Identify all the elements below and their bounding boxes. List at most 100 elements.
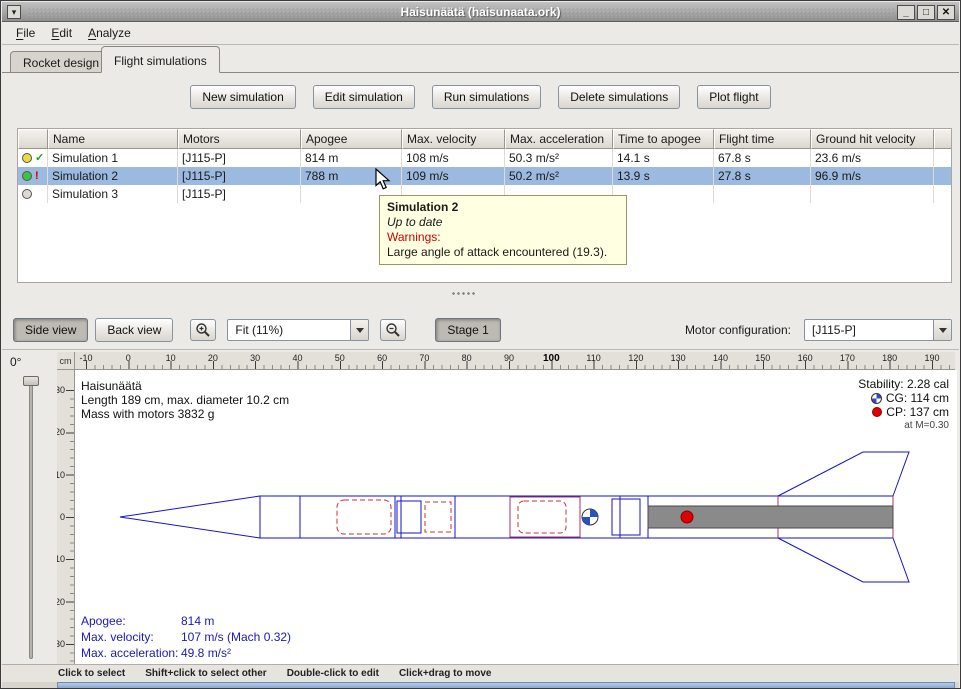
cell-flight-time: 27.8 s (714, 167, 811, 185)
rocket-mass: Mass with motors 3832 g (81, 407, 289, 421)
menu-analyze[interactable]: Analyze (80, 23, 139, 43)
column-header-time-to-apogee[interactable]: Time to apogee (613, 129, 714, 149)
view-toolbar: Side view Back view Fit (11%) Stage 1 Mo… (1, 316, 960, 344)
hint-click-select: Click to select (58, 668, 125, 679)
edit-simulation-button[interactable]: Edit simulation (313, 85, 415, 109)
delete-simulations-button[interactable]: Delete simulations (558, 85, 680, 109)
horizontal-scrollbar-thumb[interactable] (57, 682, 955, 689)
rotation-slider[interactable] (29, 377, 33, 659)
rocket-figure-panel: 0° cm -100102030405060708090100110120130… (2, 349, 959, 664)
table-row-simulation-1[interactable]: ✓ Simulation 1 [J115-P] 814 m 108 m/s 50… (18, 149, 951, 167)
zoom-in-button[interactable] (190, 319, 216, 341)
back-view-toggle[interactable]: Back view (95, 318, 173, 342)
cg-icon (871, 393, 882, 404)
column-header-ground-hit-velocity[interactable]: Ground hit velocity (811, 129, 934, 149)
flight-data-block: Apogee:814 m Max. velocity:107 m/s (Mach… (81, 613, 291, 661)
rocket-canvas[interactable]: Haisunäätä Length 189 cm, max. diameter … (75, 370, 957, 664)
cell-flight-time (714, 185, 811, 203)
status-check-icon: ✓ (35, 153, 44, 164)
column-header-motors[interactable]: Motors (178, 129, 301, 149)
max-velocity-label: Max. velocity: (81, 629, 181, 645)
simulation-status-cell: ! (18, 167, 48, 185)
column-header-filler (934, 129, 951, 149)
cg-value: CG: 114 cm (886, 391, 949, 405)
mouse-cursor (375, 168, 393, 192)
menu-edit[interactable]: Edit (43, 23, 80, 43)
table-row-simulation-2-selected[interactable]: ! Simulation 2 [J115-P] 788 m 109 m/s 50… (18, 167, 951, 185)
cell-time-to-apogee: 14.1 s (613, 149, 714, 167)
window-title: Haisunäätä (haisunaata.ork) (2, 5, 959, 19)
column-header-status[interactable] (18, 129, 48, 149)
application-window: ▾ Haisunäätä (haisunaata.ork) _ □ ✕ File… (0, 0, 961, 689)
split-pane-divider[interactable] (451, 291, 477, 297)
tooltip-title: Simulation 2 (387, 200, 619, 215)
column-header-max-acceleration[interactable]: Max. acceleration (505, 129, 613, 149)
tooltip-warnings-label: Warnings: (387, 230, 619, 245)
cell-max-acceleration: 50.2 m/s² (505, 167, 613, 185)
tooltip-status: Up to date (387, 215, 619, 230)
cell-ground-hit-velocity (811, 185, 934, 203)
cell-flight-time: 67.8 s (714, 149, 811, 167)
motor-configuration-value: [J115-P] (805, 323, 933, 337)
zoom-out-button[interactable] (380, 319, 406, 341)
status-ball-icon (22, 189, 32, 199)
zoom-select[interactable]: Fit (11%) (227, 319, 369, 341)
cell-ground-hit-velocity: 96.9 m/s (811, 167, 934, 185)
column-header-name[interactable]: Name (48, 129, 178, 149)
rotation-angle-label: 0° (10, 355, 21, 369)
cell-max-acceleration: 50.3 m/s² (505, 149, 613, 167)
mach-note: at M=0.30 (858, 419, 949, 433)
new-simulation-button[interactable]: New simulation (190, 85, 295, 109)
column-header-apogee[interactable]: Apogee (301, 129, 402, 149)
cell-apogee: 814 m (301, 149, 402, 167)
cell-name: Simulation 2 (48, 167, 178, 185)
cell-ground-hit-velocity: 23.6 m/s (811, 149, 934, 167)
tab-rocket-design[interactable]: Rocket design (10, 51, 112, 73)
zoom-out-icon (385, 322, 401, 338)
motor-configuration-select[interactable]: [J115-P] (804, 319, 952, 341)
status-ball-icon (22, 153, 32, 163)
rotation-slider-thumb[interactable] (23, 376, 39, 386)
column-header-max-velocity[interactable]: Max. velocity (402, 129, 505, 149)
maximize-button[interactable]: □ (917, 5, 935, 20)
tab-flight-simulations[interactable]: Flight simulations (101, 46, 220, 73)
cell-max-velocity: 109 m/s (402, 167, 505, 185)
cell-name: Simulation 1 (48, 149, 178, 167)
run-simulations-button[interactable]: Run simulations (432, 85, 541, 109)
tooltip-warning-text: Large angle of attack encountered (19.3)… (387, 245, 619, 260)
cell-motors: [J115-P] (178, 149, 301, 167)
rocket-name: Haisunäätä (81, 379, 289, 393)
ruler-unit-label: cm (57, 352, 75, 370)
cp-value: CP: 137 cm (886, 405, 949, 419)
hint-click-drag: Click+drag to move (399, 668, 492, 679)
hint-shift-click: Shift+click to select other (145, 668, 266, 679)
minimize-button[interactable]: _ (897, 5, 915, 20)
stage-1-toggle[interactable]: Stage 1 (435, 318, 500, 342)
horizontal-ruler: -100102030405060708090100110120130140150… (75, 352, 955, 370)
menu-file[interactable]: File (8, 23, 43, 43)
simulation-status-cell: ✓ (18, 149, 48, 167)
side-view-toggle[interactable]: Side view (13, 318, 88, 342)
close-button[interactable]: ✕ (937, 5, 955, 20)
plot-flight-button[interactable]: Plot flight (697, 85, 770, 109)
chevron-down-icon (933, 320, 951, 340)
tab-bar: Rocket design Flight simulations (2, 45, 959, 73)
cell-name: Simulation 3 (48, 185, 178, 203)
stability-value: Stability: 2.28 cal (858, 377, 949, 391)
cell-motors: [J115-P] (178, 185, 301, 203)
horizontal-scrollbar[interactable] (2, 682, 959, 689)
rocket-info-block: Haisunäätä Length 189 cm, max. diameter … (81, 379, 289, 421)
hint-double-click: Double-click to edit (287, 668, 379, 679)
inner-components-dashed (337, 500, 566, 534)
cell-time-to-apogee: 13.9 s (613, 167, 714, 185)
motor-configuration-label: Motor configuration: (685, 323, 791, 337)
cp-icon (872, 407, 882, 417)
title-bar[interactable]: ▾ Haisunäätä (haisunaata.ork) _ □ ✕ (2, 2, 959, 22)
apogee-label: Apogee: (81, 613, 181, 629)
zoom-value: Fit (11%) (228, 323, 350, 337)
column-header-flight-time[interactable]: Flight time (714, 129, 811, 149)
simulation-tooltip: Simulation 2 Up to date Warnings: Large … (379, 195, 627, 265)
stability-info-block: Stability: 2.28 cal CG: 114 cm CP: 137 c… (858, 377, 949, 433)
cp-marker (681, 511, 693, 523)
chevron-down-icon (350, 320, 368, 340)
